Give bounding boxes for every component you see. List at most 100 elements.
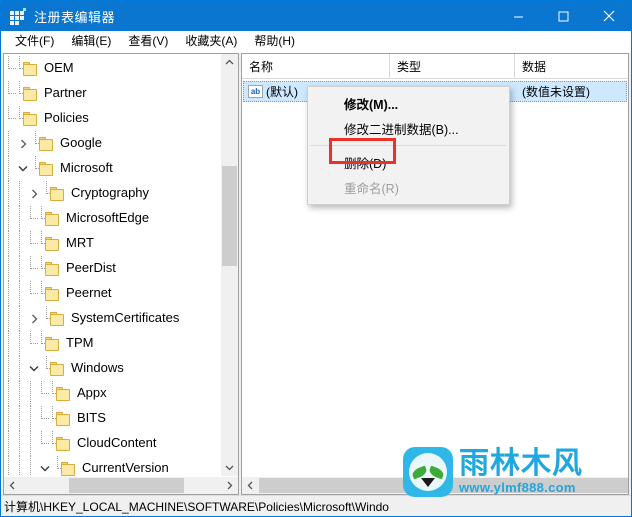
context-menu-item[interactable]: 修改二进制数据(B)... [308,116,509,141]
tree-indent-guide [4,231,15,256]
tree-indent-guide [15,406,26,431]
tree-item-systemcertificates[interactable]: SystemCertificates [4,306,220,331]
tree-indent-guide [4,256,15,281]
value-context-menu[interactable]: 修改(M)... 修改二进制数据(B)... 删除(D) 重命名(R) [307,86,510,205]
tree-item-bits[interactable]: BITS [4,406,220,431]
tree-item-label: CurrentVersion [82,460,169,475]
tree-item-mrt[interactable]: MRT [4,231,220,256]
menu-item-view[interactable]: 查看(V) [120,32,177,51]
tree-item-microsoft[interactable]: Microsoft [4,156,220,181]
tree-item-cloudcontent[interactable]: CloudContent [4,431,220,456]
scroll-right-icon[interactable] [221,477,238,494]
menu-item-file[interactable]: 文件(F) [7,32,63,51]
tree-connector [42,356,54,381]
chevron-down-icon[interactable] [26,356,42,381]
tree-item-windows[interactable]: Windows [4,356,220,381]
folder-icon [45,286,61,301]
context-menu-item: 重命名(R) [344,182,399,196]
column-header-data[interactable]: 数据 [515,54,628,78]
folder-icon [56,411,72,426]
tree-connector [48,431,60,456]
folder-icon [23,86,39,101]
tree-item-label: SystemCertificates [71,310,180,325]
tree-elbow-guide [26,231,38,256]
tree-indent-guide [4,431,15,456]
scroll-up-icon[interactable] [221,54,238,71]
scroll-down-icon[interactable] [221,459,238,476]
status-bar: 计算机\HKEY_LOCAL_MACHINE\SOFTWARE\Policies… [1,495,631,516]
context-menu-separator [310,145,507,146]
tree-elbow-guide [37,406,49,431]
tree-indent-guide [4,456,15,476]
close-icon[interactable] [586,1,631,31]
context-menu-item[interactable]: 删除(D) [308,150,509,175]
column-header-type[interactable]: 类型 [390,54,515,78]
chevron-down-icon[interactable] [37,456,53,476]
chevron-down-icon[interactable] [15,156,31,181]
minimize-icon[interactable] [496,1,541,31]
tree-scroll-track[interactable] [221,71,238,459]
scroll-left-icon[interactable] [4,477,21,494]
tree-hscroll-track[interactable] [21,477,221,494]
registry-grid-icon [10,8,26,25]
tree-connector [48,381,60,406]
tree-indent-guide [15,456,26,476]
maximize-icon[interactable] [541,1,586,31]
tree-scroll-thumb[interactable] [222,166,237,266]
menu-item-edit[interactable]: 编辑(E) [63,32,120,51]
folder-icon [50,361,66,376]
tree-hscroll-thumb[interactable] [69,478,184,493]
tree-item-partner[interactable]: Partner [4,81,220,106]
tree-scroll-area: OEM Partner Policies Google Microsoft Cryptog… [4,54,238,476]
tree-elbow-guide [4,106,16,131]
tree-connector [37,331,49,356]
tree-connector [48,406,60,431]
tree-item-currentversion[interactable]: CurrentVersion [4,456,220,476]
tree-item-microsoftedge[interactable]: MicrosoftEdge [4,206,220,231]
list-horizontal-scrollbar[interactable] [242,476,628,494]
list-scroll-left-icon[interactable] [242,477,259,494]
window-title: 注册表编辑器 [34,9,116,25]
tree-vertical-scrollbar[interactable] [220,54,238,476]
tree-horizontal-scrollbar[interactable] [4,476,238,494]
chevron-right-icon[interactable] [26,181,42,206]
tree-item-oem[interactable]: OEM [4,56,220,81]
list-hscroll-thumb[interactable] [259,478,628,493]
chevron-right-icon[interactable] [26,306,42,331]
tree-indent-guide [15,331,26,356]
tree-item-label: BITS [77,410,106,425]
menu-item-favorites[interactable]: 收藏夹(A) [177,32,246,51]
tree-connector [37,256,49,281]
chevron-right-icon[interactable] [15,131,31,156]
menu-item-help[interactable]: 帮助(H) [246,32,304,51]
tree-item-appx[interactable]: Appx [4,381,220,406]
folder-icon [23,111,39,126]
folder-icon [39,161,55,176]
folder-icon [45,261,61,276]
registry-tree[interactable]: OEM Partner Policies Google Microsoft Cryptog… [4,54,220,476]
tree-elbow-guide [37,381,49,406]
tree-item-label: OEM [44,60,74,75]
folder-icon [23,61,39,76]
tree-item-policies[interactable]: Policies [4,106,220,131]
tree-indent-guide [26,381,37,406]
folder-icon [50,311,66,326]
folder-icon [61,461,77,476]
tree-elbow-guide [4,81,16,106]
tree-item-google[interactable]: Google [4,131,220,156]
column-header-name[interactable]: 名称 [242,54,390,78]
tree-item-cryptography[interactable]: Cryptography [4,181,220,206]
tree-indent-guide [4,406,15,431]
tree-item-peernet[interactable]: Peernet [4,281,220,306]
tree-item-label: Cryptography [71,185,150,200]
tree-item-label: Google [60,135,102,150]
list-hscroll-track[interactable] [259,477,628,494]
tree-item-peerdist[interactable]: PeerDist [4,256,220,281]
context-menu-item[interactable]: 修改(M)... [308,91,509,116]
tree-elbow-guide [26,206,38,231]
ab-string-value-icon: ab [248,85,263,98]
tree-connector [31,156,43,181]
tree-connector [31,131,43,156]
tree-item-label: Peernet [66,285,112,300]
tree-item-tpm[interactable]: TPM [4,331,220,356]
